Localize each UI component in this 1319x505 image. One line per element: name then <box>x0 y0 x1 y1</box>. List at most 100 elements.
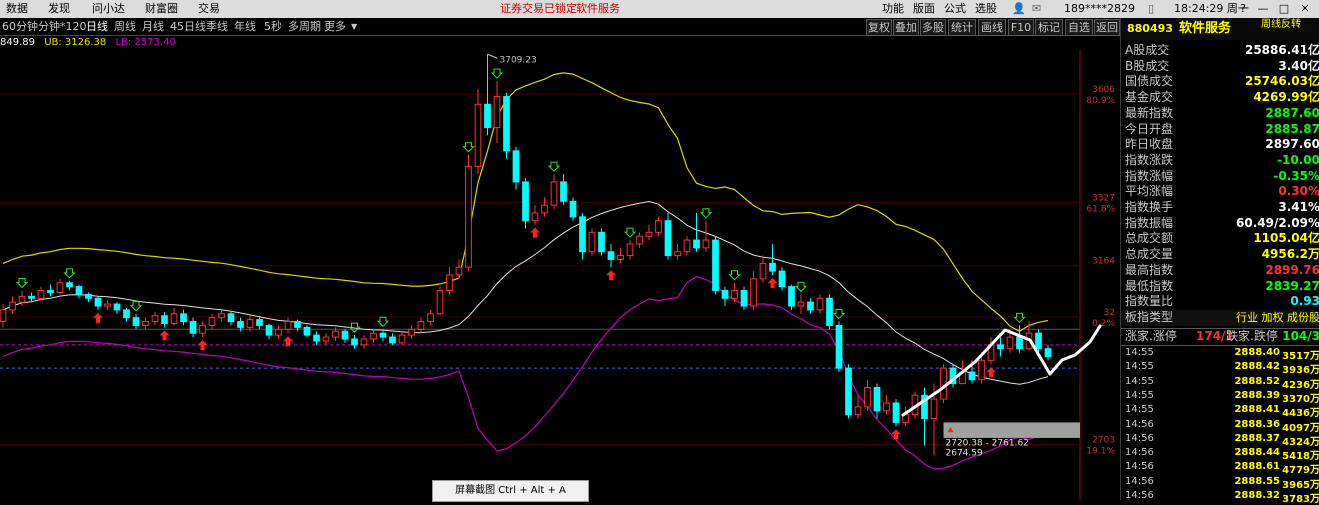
low-annotation: 2674.59 <box>946 448 983 458</box>
menu-discover[interactable]: 发现 <box>48 0 70 18</box>
stat-row: 指数振幅 60.49/2.09% <box>1121 216 1319 232</box>
period-weekly[interactable]: 周线 <box>114 18 136 35</box>
tick-time: 14:55 <box>1125 404 1154 416</box>
stat-value: 2885.87 <box>1265 121 1319 136</box>
period-yearly[interactable]: 年线 <box>234 18 256 35</box>
sell-arrow-icon <box>462 142 475 153</box>
stat-value: 4956.2万 <box>1261 247 1319 262</box>
candle-body <box>370 332 377 340</box>
buy-arrow-icon <box>530 227 540 238</box>
period-multi[interactable]: 多周期 <box>288 18 321 35</box>
overlay-button[interactable]: 叠加 <box>893 19 919 36</box>
back-button[interactable]: 返回 <box>1094 19 1120 36</box>
multi-stock-button[interactable]: 多股 <box>920 19 946 36</box>
stat-row: 最新指数 2887.60 <box>1121 106 1319 122</box>
candle-body <box>151 315 159 323</box>
axis-price-label: 2703 <box>1092 436 1115 446</box>
kline-chart[interactable]: 360680.9% 332761.8% 3164 320.2% 270319.1% 370… <box>0 50 1120 500</box>
menu-formula[interactable]: 公式 <box>944 0 966 18</box>
candle-body <box>227 313 235 323</box>
high-annotation: 3709.23 <box>500 55 537 65</box>
menu-data[interactable]: 数据 <box>6 0 28 18</box>
candle-body <box>873 387 881 412</box>
statistics-button[interactable]: 统计 <box>948 19 976 36</box>
tick-volume: 3370万 <box>1282 393 1319 405</box>
candle-body <box>731 290 738 299</box>
watchlist-button[interactable]: 自选 <box>1065 19 1093 36</box>
tick-volume: 3965万 <box>1282 479 1319 491</box>
f10-button[interactable]: F10 <box>1008 19 1034 36</box>
period-daily[interactable]: 日线 <box>86 18 108 35</box>
more-dropdown-icon[interactable]: ▼ <box>351 18 357 35</box>
period-45day[interactable]: 45日线 <box>170 18 206 35</box>
software-service-link[interactable]: 软件服务 <box>576 0 620 18</box>
menu-trade[interactable]: 交易 <box>198 0 220 18</box>
axis-pct-label: 0.2% <box>1092 319 1115 329</box>
candle-body <box>845 367 852 416</box>
board-type-value[interactable]: 行业 加权 成份股 <box>1236 310 1319 326</box>
candle-body <box>617 255 624 260</box>
stat-row: 昨日收盘 2897.60 <box>1121 137 1319 153</box>
candle-body <box>28 295 35 299</box>
updown-row: 涨家.涨停 174/1 跌家.跌停 104/3 <box>1121 328 1319 346</box>
stat-value: 0.93 <box>1290 294 1319 309</box>
tick-volume: 5418万 <box>1282 451 1319 463</box>
candle-body <box>712 239 719 292</box>
menu-stock-select[interactable]: 选股 <box>975 0 997 18</box>
candle-body <box>265 324 273 336</box>
candle-body <box>797 301 805 307</box>
stat-label: 基金成交 <box>1125 90 1174 105</box>
period-monthly[interactable]: 月线 <box>142 18 164 35</box>
help-icon[interactable]: ? <box>1236 0 1250 18</box>
candle-body <box>778 270 786 288</box>
tick-price: 2888.55 <box>1234 475 1280 487</box>
boll-mb: 849.89 <box>0 37 35 48</box>
tick-volume: 4097万 <box>1282 422 1319 434</box>
trade-lock-warning[interactable]: 证券交易已锁定 <box>500 0 577 18</box>
tick-price: 2888.61 <box>1234 461 1280 473</box>
candle-body <box>351 338 358 346</box>
stat-value: 2839.27 <box>1265 278 1319 293</box>
candle-body <box>427 313 434 323</box>
period-quarterly[interactable]: 季线 <box>206 18 228 35</box>
candle-body <box>835 324 843 369</box>
period-60min[interactable]: 60分钟 <box>2 18 38 35</box>
candle-body <box>579 216 586 253</box>
stat-value: 4269.99亿 <box>1253 90 1319 105</box>
period-5sec[interactable]: 5秒 <box>264 18 282 35</box>
stat-value: 25746.03亿 <box>1244 74 1319 89</box>
down-label: 跌家.跌停 <box>1226 329 1278 343</box>
period-min120[interactable]: 分钟*120 <box>38 18 87 35</box>
stat-value: 25886.41亿 <box>1244 43 1319 57</box>
candle-body <box>379 332 387 338</box>
candle-body <box>18 295 26 303</box>
menu-layout[interactable]: 版面 <box>913 0 935 18</box>
menu-function[interactable]: 功能 <box>882 0 904 18</box>
stat-label: 今日开盘 <box>1125 121 1174 136</box>
candle-body <box>446 274 453 292</box>
phone-icon[interactable]: ▯ <box>1148 0 1154 18</box>
tick-price: 2888.36 <box>1234 418 1280 430</box>
candle-body <box>940 367 947 400</box>
period-more[interactable]: 更多 <box>324 18 346 35</box>
menu-fortune-circle[interactable]: 财富圈 <box>145 0 178 18</box>
stat-label: 最新指数 <box>1125 105 1174 120</box>
security-title: 880493 软件服务 周线反转 <box>1121 18 1319 40</box>
stat-row: 今日开盘 2885.87 <box>1121 122 1319 138</box>
account-id[interactable]: 189****2829 <box>1064 0 1135 18</box>
tick-price: 2888.39 <box>1234 389 1280 401</box>
draw-line-button[interactable]: 画线 <box>978 19 1006 36</box>
mark-button[interactable]: 标记 <box>1035 19 1063 36</box>
candle-body <box>341 330 349 340</box>
stat-row: 指数量比 0.93 <box>1121 294 1319 310</box>
mail-icon[interactable]: ✉ <box>1032 0 1041 18</box>
candle-body <box>759 262 767 280</box>
restore-rights-button[interactable]: 复权 <box>866 19 892 36</box>
candle-body <box>218 313 225 319</box>
buy-arrow-icon <box>197 340 208 351</box>
candle-body <box>189 321 197 334</box>
menu-wenxiaoda[interactable]: 问小达 <box>92 0 125 18</box>
user-icon[interactable]: 👤 <box>1012 0 1026 18</box>
high-leader <box>487 53 498 59</box>
candle-body <box>978 359 985 381</box>
